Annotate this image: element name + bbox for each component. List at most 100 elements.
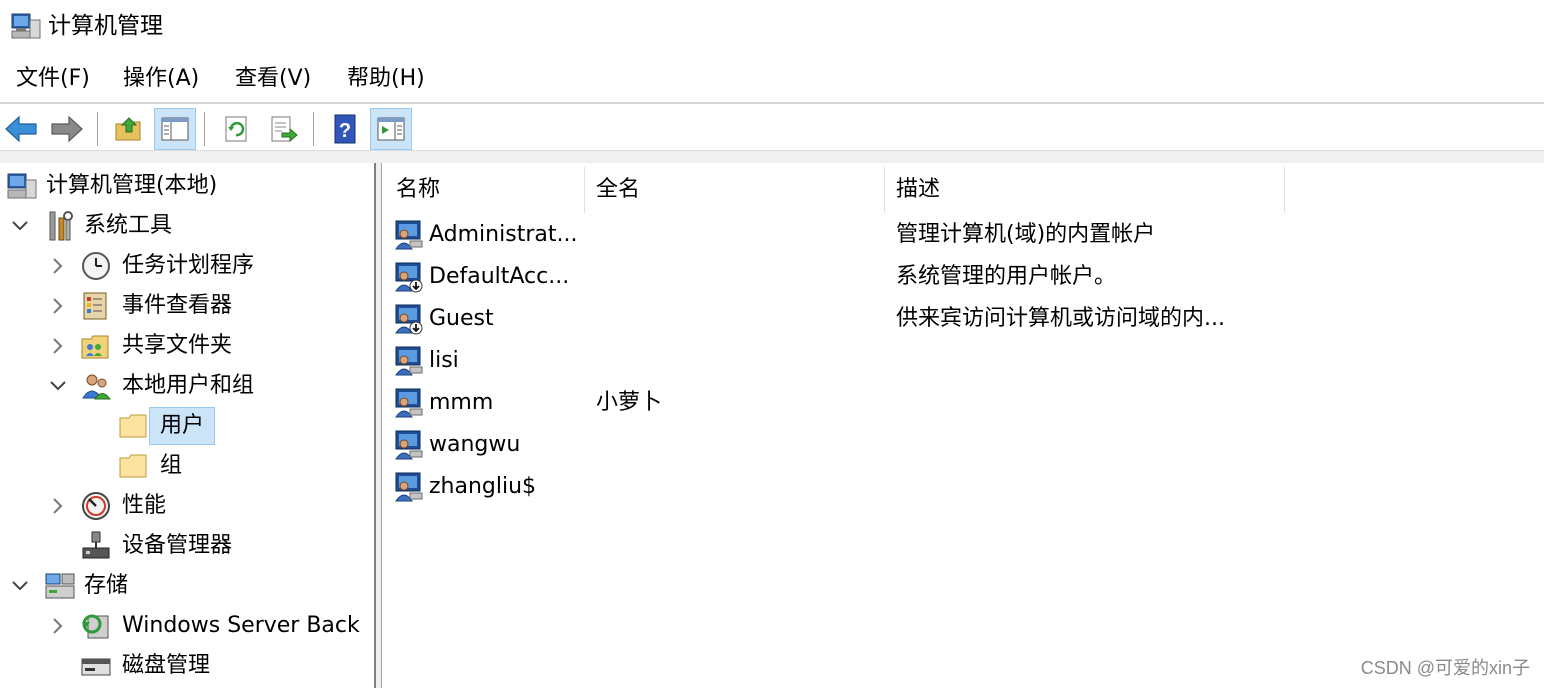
tree-item-storage[interactable]: 存储 — [0, 567, 374, 605]
user-icon — [395, 430, 423, 460]
refresh-icon — [225, 116, 247, 142]
tree-label: 事件查看器 — [122, 293, 233, 318]
storage-icon — [45, 573, 75, 599]
user-list-pane: 名称 全名 描述 Administrat... 管理计算机(域)的内置帐户 De… — [382, 163, 1544, 688]
cell-name: mmm — [429, 390, 494, 415]
chevron-right-icon[interactable] — [48, 296, 68, 316]
disabled-user-icon — [395, 262, 423, 293]
computer-management-icon — [7, 173, 37, 199]
device-manager-icon — [82, 531, 110, 559]
user-icon — [395, 220, 423, 250]
cell-name: zhangliu$ — [429, 474, 537, 499]
column-header-description[interactable]: 描述 — [896, 165, 1282, 215]
tree-label: 计算机管理(本地) — [46, 173, 218, 198]
help-icon: ? — [334, 114, 356, 144]
cell-name: Administrat... — [429, 222, 578, 247]
cell-description: 管理计算机(域)的内置帐户 — [896, 222, 1156, 247]
tree-item-local-users-groups[interactable]: 本地用户和组 — [0, 367, 374, 405]
toolbar-separator — [204, 112, 205, 146]
shared-folder-icon — [81, 335, 109, 359]
chevron-right-icon[interactable] — [48, 616, 68, 636]
tree-label: 设备管理器 — [122, 533, 233, 558]
back-arrow-icon — [5, 115, 37, 143]
toolbar-bottom-separator — [0, 150, 1544, 163]
tree-label: 共享文件夹 — [122, 333, 233, 358]
watermark: CSDN @可爱的xin子 — [1360, 658, 1530, 678]
column-divider[interactable] — [884, 167, 885, 213]
window-title: 计算机管理 — [48, 13, 163, 39]
users-group-icon — [82, 374, 111, 400]
cell-name: Guest — [429, 306, 494, 331]
svg-text:?: ? — [339, 120, 351, 142]
disk-icon — [81, 658, 111, 676]
chevron-right-icon[interactable] — [48, 336, 68, 356]
tree-item-system-tools[interactable]: 系统工具 — [0, 207, 374, 245]
tools-icon — [49, 211, 73, 241]
show-hide-tree-button[interactable] — [154, 108, 196, 150]
toolbar-separator — [313, 112, 314, 146]
tree-item-event-viewer[interactable]: 事件查看器 — [0, 287, 374, 325]
up-level-button[interactable] — [108, 108, 150, 150]
user-row-defaultaccount[interactable]: DefaultAcc... 系统管理的用户帐户。 — [382, 257, 1544, 297]
tree-item-task-scheduler[interactable]: 任务计划程序 — [0, 247, 374, 285]
back-button[interactable] — [0, 108, 42, 150]
chevron-right-icon[interactable] — [48, 496, 68, 516]
tree-item-groups[interactable]: 组 — [0, 447, 374, 485]
folder-icon — [119, 454, 147, 478]
show-hide-action-pane-button[interactable] — [370, 108, 412, 150]
user-row-wangwu[interactable]: wangwu — [382, 425, 1544, 465]
toolbar: ? — [0, 104, 1544, 150]
user-icon — [395, 346, 423, 376]
tree-label: 组 — [160, 453, 183, 478]
tree-label: 任务计划程序 — [122, 253, 255, 278]
cell-description: 系统管理的用户帐户。 — [896, 264, 1117, 289]
pane-splitter[interactable] — [374, 163, 382, 688]
show-hide-console-tree-icon — [161, 117, 189, 141]
tree-label: 本地用户和组 — [122, 373, 255, 398]
chevron-down-icon[interactable] — [10, 216, 30, 236]
tree-label: 存储 — [84, 573, 129, 598]
user-icon — [395, 472, 423, 502]
chevron-down-icon[interactable] — [10, 576, 30, 596]
cell-name: wangwu — [429, 432, 521, 457]
tree-label: 磁盘管理 — [122, 653, 211, 678]
title-bar: 计算机管理 — [0, 0, 1544, 52]
menu-help[interactable]: 帮助(H) — [345, 62, 427, 96]
menu-view[interactable]: 查看(V) — [233, 62, 313, 96]
help-button[interactable]: ? — [324, 108, 366, 150]
user-row-mmm[interactable]: mmm 小萝卜 — [382, 383, 1544, 423]
toolbar-separator — [97, 112, 98, 146]
user-row-guest[interactable]: Guest 供来宾访问计算机或访问域的内... — [382, 299, 1544, 339]
cell-description: 供来宾访问计算机或访问域的内... — [896, 306, 1225, 331]
tree-item-disk-management[interactable]: 磁盘管理 — [0, 647, 374, 685]
tree-item-performance[interactable]: 性能 — [0, 487, 374, 525]
show-hide-action-pane-icon — [377, 117, 405, 141]
disabled-user-icon — [395, 304, 423, 335]
chevron-down-icon[interactable] — [48, 376, 68, 396]
tree-item-computer-management[interactable]: 计算机管理(本地) — [0, 167, 374, 205]
user-row-zhangliu[interactable]: zhangliu$ — [382, 467, 1544, 507]
cell-name: DefaultAcc... — [429, 264, 570, 289]
refresh-button[interactable] — [216, 108, 258, 150]
column-header-fullname[interactable]: 全名 — [596, 165, 882, 215]
menu-file[interactable]: 文件(F) — [14, 62, 92, 96]
tree-item-users[interactable]: 用户 — [0, 407, 374, 445]
user-row-administrator[interactable]: Administrat... 管理计算机(域)的内置帐户 — [382, 215, 1544, 255]
backup-icon — [82, 614, 109, 639]
user-row-lisi[interactable]: lisi — [382, 341, 1544, 381]
column-divider[interactable] — [1284, 167, 1285, 213]
column-header-name[interactable]: 名称 — [396, 165, 582, 215]
tree-item-shared-folders[interactable]: 共享文件夹 — [0, 327, 374, 365]
menu-action[interactable]: 操作(A) — [121, 62, 201, 96]
export-list-icon — [271, 116, 298, 143]
export-list-button[interactable] — [262, 108, 304, 150]
tree-label: 性能 — [122, 493, 167, 518]
user-icon — [395, 388, 423, 418]
chevron-right-icon[interactable] — [48, 256, 68, 276]
tree-item-windows-server-backup[interactable]: Windows Server Back — [0, 607, 374, 645]
tree-item-device-manager[interactable]: 设备管理器 — [0, 527, 374, 565]
column-divider[interactable] — [584, 167, 585, 213]
tree-label: 用户 — [148, 407, 216, 445]
forward-button[interactable] — [46, 108, 88, 150]
cell-fullname: 小萝卜 — [596, 390, 663, 415]
